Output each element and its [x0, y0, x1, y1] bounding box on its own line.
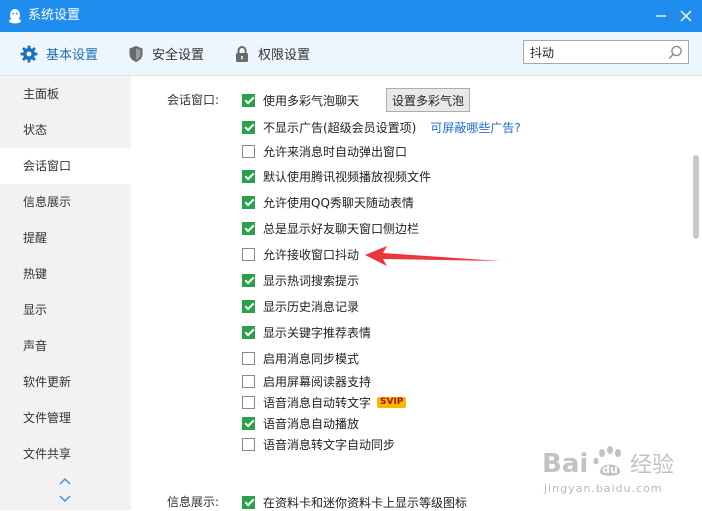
- sidebar-item-file-management[interactable]: 文件管理: [0, 400, 131, 436]
- watermark-url: jingyan.baidu.com: [544, 482, 663, 495]
- svg-text:经验: 经验: [630, 453, 674, 478]
- option-row[interactable]: 允许使用QQ秀聊天随动表情: [242, 193, 414, 211]
- tab-permission-settings-label: 权限设置: [258, 48, 311, 63]
- sidebar-item-file-sharing[interactable]: 文件共享: [0, 436, 131, 472]
- option-row[interactable]: 显示热词搜索提示: [242, 271, 359, 289]
- checkbox-history[interactable]: [242, 299, 255, 313]
- sidebar-item-info-display[interactable]: 信息展示: [0, 184, 131, 220]
- checkbox-show-sidebar[interactable]: [242, 221, 255, 235]
- sidebar-item-hotkey[interactable]: 热键: [0, 256, 131, 292]
- option-row[interactable]: 允许接收窗口抖动: [242, 245, 359, 263]
- tab-basic-settings-label: 基本设置: [46, 48, 99, 63]
- baidu-jingyan-logo: Bai du 经验: [542, 446, 674, 479]
- option-row[interactable]: 启用消息同步模式: [242, 349, 359, 367]
- section-label-info-display: 信息展示:: [167, 495, 220, 509]
- search-input[interactable]: [530, 43, 658, 61]
- section-label-chat-window: 会话窗口:: [167, 93, 220, 107]
- option-label: 语音消息自动播放: [263, 416, 360, 431]
- window-title: 系统设置: [28, 8, 81, 23]
- checkbox-hot-search[interactable]: [242, 273, 255, 287]
- option-row[interactable]: 语音消息自动转文字 SVIP: [242, 393, 407, 411]
- checkbox-voice-text-sync[interactable]: [242, 437, 255, 451]
- option-label: 显示热词搜索提示: [263, 273, 360, 288]
- tab-basic-settings[interactable]: 基本设置: [20, 32, 98, 75]
- option-row[interactable]: 在资料卡和迷你资料卡上显示等级图标: [242, 493, 467, 511]
- checkbox-hide-ads[interactable]: [242, 120, 255, 134]
- option-label: 显示关键字推荐表情: [263, 325, 372, 340]
- checkbox-colorful-bubble[interactable]: [242, 93, 255, 107]
- checkbox-window-shake[interactable]: [242, 247, 255, 261]
- blockable-ads-link[interactable]: 可屏蔽哪些广告?: [430, 119, 520, 136]
- option-label: 默认使用腾讯视频播放视频文件: [263, 169, 432, 184]
- option-row[interactable]: 显示历史消息记录: [242, 297, 359, 315]
- baidu-jingyan-watermark: Bai du 经验 jingyan.baidu.com: [540, 442, 690, 498]
- option-row[interactable]: 允许来消息时自动弹出窗口: [242, 142, 407, 160]
- option-row[interactable]: 启用屏幕阅读器支持: [242, 372, 371, 390]
- option-label: 启用屏幕阅读器支持: [263, 374, 372, 389]
- content-scrollbar-thumb[interactable]: [693, 155, 699, 239]
- option-row[interactable]: 总是显示好友聊天窗口侧边栏: [242, 219, 419, 237]
- option-label: 不显示广告(超级会员设置项): [263, 120, 417, 135]
- option-label: 允许使用QQ秀聊天随动表情: [263, 195, 414, 210]
- sidebar-item-sound[interactable]: 声音: [0, 328, 131, 364]
- checkbox-voice-autoplay[interactable]: [242, 416, 255, 430]
- option-label: 总是显示好友聊天窗口侧边栏: [263, 221, 420, 236]
- title-bar: 系统设置: [0, 0, 702, 32]
- option-label: 在资料卡和迷你资料卡上显示等级图标: [263, 495, 468, 510]
- close-icon: [680, 10, 692, 22]
- option-row[interactable]: 使用多彩气泡聊天: [242, 91, 359, 109]
- checkbox-voice-to-text[interactable]: [242, 395, 255, 409]
- option-row[interactable]: 语音消息自动播放: [242, 414, 359, 432]
- option-label: 使用多彩气泡聊天: [263, 93, 360, 108]
- sidebar-item-main-panel[interactable]: 主面板: [0, 76, 131, 112]
- shield-icon: [129, 45, 143, 62]
- chevron-up-icon[interactable]: [58, 476, 72, 486]
- option-label: 语音消息自动转文字: [263, 395, 372, 410]
- option-label: 启用消息同步模式: [263, 351, 360, 366]
- lock-icon: [236, 45, 248, 62]
- option-row[interactable]: 不显示广告(超级会员设置项) 可屏蔽哪些广告?: [242, 118, 521, 136]
- option-row[interactable]: 默认使用腾讯视频播放视频文件: [242, 167, 431, 185]
- sidebar-item-reminder[interactable]: 提醒: [0, 220, 131, 256]
- chevron-down-icon[interactable]: [58, 494, 72, 504]
- option-label: 允许来消息时自动弹出窗口: [263, 144, 408, 159]
- close-button[interactable]: [676, 6, 696, 26]
- svg-text:du: du: [602, 463, 618, 476]
- settings-sidebar: 主面板 状态 会话窗口 信息展示 提醒 热键 显示 声音 软件更新 文件管理 文…: [0, 76, 131, 510]
- sidebar-item-status[interactable]: 状态: [0, 112, 131, 148]
- gear-icon: [20, 45, 38, 62]
- checkbox-qq-show-emotes[interactable]: [242, 195, 255, 209]
- checkbox-auto-popup[interactable]: [242, 144, 255, 158]
- search-icon[interactable]: [668, 45, 683, 60]
- checkbox-level-icon[interactable]: [242, 495, 255, 509]
- qq-penguin-icon: [9, 9, 21, 24]
- checkbox-tencent-video[interactable]: [242, 169, 255, 183]
- option-label: 允许接收窗口抖动: [263, 247, 360, 262]
- option-row[interactable]: 语音消息转文字自动同步: [242, 435, 395, 453]
- option-label: 语音消息转文字自动同步: [263, 437, 396, 452]
- sidebar-item-display[interactable]: 显示: [0, 292, 131, 328]
- search-box[interactable]: [523, 40, 689, 64]
- checkbox-sync-mode[interactable]: [242, 351, 255, 365]
- red-arrow-annotation: [365, 246, 500, 266]
- checkbox-keyword-emotes[interactable]: [242, 325, 255, 339]
- set-colorful-bubble-button[interactable]: 设置多彩气泡: [386, 88, 470, 112]
- sidebar-item-chat-window[interactable]: 会话窗口: [0, 148, 131, 184]
- svg-text:Bai: Bai: [542, 449, 588, 479]
- minimize-button[interactable]: [651, 6, 671, 26]
- svip-badge: SVIP: [377, 396, 407, 408]
- sidebar-item-software-update[interactable]: 软件更新: [0, 364, 131, 400]
- checkbox-screen-reader[interactable]: [242, 374, 255, 388]
- tab-security-settings-label: 安全设置: [152, 48, 205, 63]
- minimize-icon: [656, 15, 666, 17]
- option-row[interactable]: 显示关键字推荐表情: [242, 323, 371, 341]
- tab-permission-settings[interactable]: 权限设置: [234, 32, 310, 75]
- option-label: 显示历史消息记录: [263, 299, 360, 314]
- tab-security-settings[interactable]: 安全设置: [128, 32, 204, 75]
